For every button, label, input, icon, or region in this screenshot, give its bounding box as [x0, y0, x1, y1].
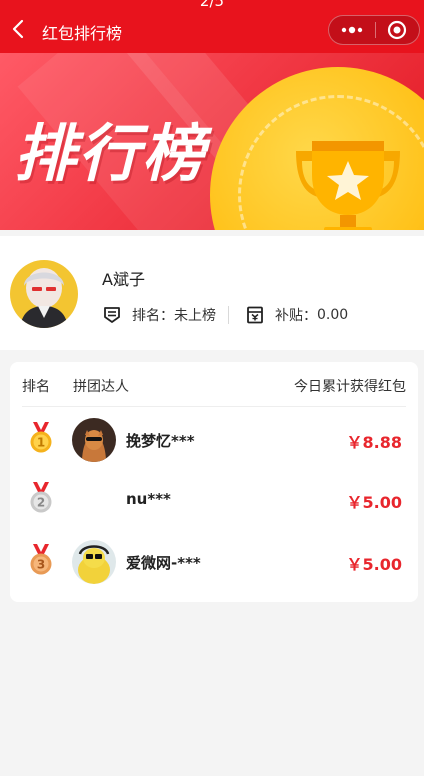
user-profile-card: A斌子 排名： 未上榜 补贴： 0.00	[0, 236, 424, 350]
ranking-list: 排名 拼团达人 今日累计获得红包 1 挽梦忆*** ￥8.88 2 nu*** …	[10, 362, 418, 602]
user-name: 爱微网-***	[126, 554, 201, 572]
bronze-medal-icon: 3	[30, 544, 52, 575]
subsidy-stat: 补贴： 0.00	[245, 305, 348, 325]
list-header: 排名 拼团达人 今日累计获得红包	[10, 362, 418, 407]
table-row[interactable]: 2 nu*** ￥5.00	[10, 470, 418, 530]
user-name: nu***	[126, 490, 171, 508]
red-packet-amount: ￥8.88	[346, 433, 402, 452]
header-divider	[22, 406, 406, 407]
user-name: 挽梦忆***	[126, 432, 195, 450]
profile-stats: 排名： 未上榜 补贴： 0.00	[102, 304, 348, 326]
target-circle-icon[interactable]	[374, 16, 419, 44]
rank-label: 排名：	[132, 308, 174, 324]
red-packet-amount: ￥5.00	[346, 555, 402, 574]
chevron-left-icon[interactable]	[10, 18, 28, 40]
table-row[interactable]: 1 挽梦忆*** ￥8.88	[10, 410, 418, 470]
subsidy-icon	[247, 306, 263, 324]
rank-number: 1	[37, 436, 45, 450]
subsidy-label: 补贴：	[275, 308, 317, 324]
rank-number: 2	[37, 496, 45, 510]
rank-number: 3	[37, 558, 45, 572]
banner-title: 排行榜	[14, 117, 207, 190]
nav-bar: 2/5 红包排行榜	[0, 0, 424, 53]
trophy-star-icon	[296, 141, 400, 230]
avatar	[72, 540, 116, 584]
avatar[interactable]	[10, 260, 78, 328]
column-rank: 排名	[22, 379, 50, 395]
ranking-banner: 排行榜	[0, 53, 424, 230]
subsidy-value: 0.00	[317, 307, 349, 323]
rank-stat: 排名： 未上榜	[102, 305, 216, 325]
page-title: 红包排行榜	[42, 24, 123, 43]
table-row[interactable]: 3 爱微网-*** ￥5.00	[10, 532, 418, 592]
column-amount: 今日累计获得红包	[294, 379, 406, 395]
mini-program-capsule	[328, 15, 420, 45]
silver-medal-icon: 2	[30, 482, 52, 513]
rank-list-icon	[104, 307, 120, 323]
avatar	[72, 478, 116, 522]
gold-medal-icon: 1	[30, 422, 52, 453]
rank-value: 未上榜	[174, 308, 216, 324]
avatar	[72, 418, 116, 462]
stat-divider	[228, 306, 229, 324]
more-dots-icon[interactable]	[329, 16, 374, 44]
column-user: 拼团达人	[73, 379, 129, 395]
status-bar-text: 2/5	[199, 0, 225, 10]
username: A斌子	[102, 270, 145, 289]
red-packet-amount: ￥5.00	[346, 493, 402, 512]
